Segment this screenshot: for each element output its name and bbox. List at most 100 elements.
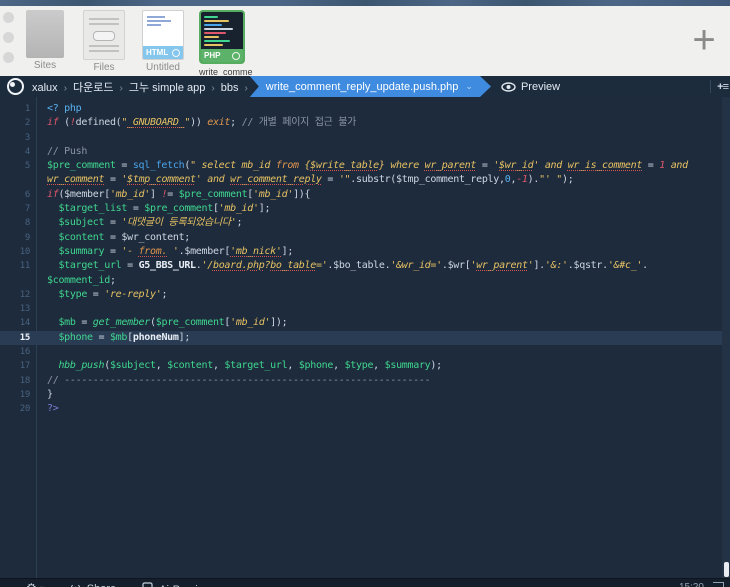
chevron-down-icon: ▾: [40, 584, 44, 587]
code-text: [39, 302, 47, 316]
code-text: // Push: [39, 145, 87, 159]
code-line[interactable]: 3: [0, 131, 722, 145]
preview-toggle[interactable]: Preview: [501, 81, 560, 93]
line-number: 6: [0, 188, 39, 202]
airpreview-label: AirPreview: [159, 584, 212, 587]
chevron-separator-icon: ›: [116, 83, 127, 94]
share-icon: [70, 582, 81, 587]
code-line[interactable]: 16: [0, 345, 722, 359]
breadcrumb: xalux›다운로드›그누 simple app›bbs›: [30, 79, 248, 95]
code-lines: 1<? php2if (!defined("_GNUBOARD_")) exit…: [0, 102, 722, 417]
code-text: $phone = $mb[phoneNum];: [39, 331, 190, 345]
line-number: 3: [0, 131, 39, 145]
filetype-badge: HTML: [143, 46, 183, 59]
code-line[interactable]: 20?>: [0, 402, 722, 416]
code-text: $summary = '- from. '.$member['mb_nick']…: [39, 245, 293, 259]
filetype-badge: PHP: [201, 49, 243, 62]
line-number: [0, 173, 39, 187]
code-text: $comment_id;: [39, 274, 116, 288]
preview-label: Preview: [521, 81, 560, 93]
code-text: $target_list = $pre_comment['mb_id'];: [39, 202, 270, 216]
expand-icon[interactable]: [713, 582, 724, 587]
scrollbar-thumb[interactable]: [724, 562, 729, 577]
sidebar-dots: [3, 12, 17, 72]
preview-magnifier-icon[interactable]: [172, 49, 180, 57]
code-editor[interactable]: 1<? php2if (!defined("_GNUBOARD_")) exit…: [0, 97, 730, 578]
settings-menu[interactable]: ⚙ ▾: [26, 582, 44, 587]
code-line[interactable]: 5$pre_comment = sql_fetch(" select mb_id…: [0, 159, 722, 173]
divider: [710, 80, 711, 93]
chevron-separator-icon: ›: [207, 83, 218, 94]
code-line[interactable]: wr_comment = '$tmp_comment' and wr_comme…: [0, 173, 722, 187]
thumbnail-label: Untitled: [140, 63, 186, 73]
app-aperture-icon[interactable]: [7, 78, 24, 95]
active-file-tab[interactable]: write_comment_reply_update.push.php ⌄: [250, 76, 491, 97]
line-number: 10: [0, 245, 39, 259]
thumbnail-preview[interactable]: HTML: [142, 10, 184, 60]
thumbnail-preview[interactable]: PHP: [199, 10, 245, 64]
new-tab-button[interactable]: +≡: [717, 81, 728, 93]
code-line[interactable]: 13: [0, 302, 722, 316]
code-line[interactable]: 9 $content = $wr_content;: [0, 231, 722, 245]
eye-icon: [501, 82, 516, 92]
code-line[interactable]: 1<? php: [0, 102, 722, 116]
device-icon: [142, 582, 153, 587]
code-text: hbb_push($subject, $content, $target_url…: [39, 359, 442, 373]
line-number: 9: [0, 231, 39, 245]
code-text: if($member['mb_id'] != $pre_comment['mb_…: [39, 188, 310, 202]
thumbnail-preview[interactable]: [83, 10, 125, 60]
code-line[interactable]: 10 $summary = '- from. '.$member['mb_nic…: [0, 245, 722, 259]
line-number: 4: [0, 145, 39, 159]
code-line[interactable]: 6if($member['mb_id'] != $pre_comment['mb…: [0, 188, 722, 202]
code-text: $subject = '대댓글이 등록되었습니다';: [39, 216, 242, 230]
status-bar: ⚙ ▾ Share AirPreview 15:20: [0, 578, 730, 587]
thumbnail-label: Files: [81, 63, 127, 73]
line-number: 14: [0, 316, 39, 330]
code-text: wr_comment = '$tmp_comment' and wr_comme…: [39, 173, 573, 187]
preview-magnifier-icon[interactable]: [232, 52, 240, 60]
code-text: $pre_comment = sql_fetch(" select mb_id …: [39, 159, 688, 173]
code-line[interactable]: 2if (!defined("_GNUBOARD_")) exit; // 개별…: [0, 116, 722, 130]
line-number: 2: [0, 116, 39, 130]
code-line[interactable]: 11 $target_url = G5_BBS_URL.'/board.php?…: [0, 259, 722, 273]
line-number: 19: [0, 388, 39, 402]
code-line[interactable]: 17 hbb_push($subject, $content, $target_…: [0, 359, 722, 373]
code-text: $target_url = G5_BBS_URL.'/board.php?bo_…: [39, 259, 648, 273]
scrollbar-track[interactable]: [722, 97, 730, 578]
breadcrumb-item[interactable]: 다운로드: [71, 82, 115, 94]
files-icon: [84, 11, 124, 59]
filetype-label: PHP: [204, 51, 220, 60]
chevron-separator-icon: ›: [60, 83, 71, 94]
line-number: 12: [0, 288, 39, 302]
code-line[interactable]: $comment_id;: [0, 274, 722, 288]
share-button[interactable]: Share: [70, 582, 116, 587]
thumbnail-label: Sites: [22, 61, 68, 71]
code-line[interactable]: 7 $target_list = $pre_comment['mb_id'];: [0, 202, 722, 216]
breadcrumb-item[interactable]: bbs: [219, 82, 241, 94]
line-number: 18: [0, 374, 39, 388]
code-text: ?>: [39, 402, 58, 416]
code-line[interactable]: 18// -----------------------------------…: [0, 374, 722, 388]
code-line[interactable]: 8 $subject = '대댓글이 등록되었습니다';: [0, 216, 722, 230]
breadcrumb-item[interactable]: xalux: [30, 82, 60, 94]
code-line[interactable]: 19}: [0, 388, 722, 402]
line-number: [0, 274, 39, 288]
clock-time: 15:20: [679, 582, 704, 587]
thumbnail-preview[interactable]: [26, 10, 64, 58]
code-line[interactable]: 14 $mb = get_member($pre_comment['mb_id'…: [0, 316, 722, 330]
line-number: 13: [0, 302, 39, 316]
add-document-button[interactable]: +: [686, 23, 722, 59]
code-text: [39, 345, 47, 359]
code-line[interactable]: 12 $type = 're-reply';: [0, 288, 722, 302]
editor-window: Sites Files HTML Untitled PHP write_comment_r…: [0, 0, 730, 587]
code-text: <? php: [39, 102, 81, 116]
airpreview-button[interactable]: AirPreview: [142, 582, 212, 587]
breadcrumb-item[interactable]: 그누 simple app: [127, 82, 208, 94]
code-text: $content = $wr_content;: [39, 231, 190, 245]
line-number: 8: [0, 216, 39, 230]
code-text: }: [39, 388, 53, 402]
chevron-down-icon[interactable]: ⌄: [465, 81, 473, 92]
line-number: 11: [0, 259, 39, 273]
code-line[interactable]: 15 $phone = $mb[phoneNum];: [0, 331, 722, 345]
code-line[interactable]: 4// Push: [0, 145, 722, 159]
